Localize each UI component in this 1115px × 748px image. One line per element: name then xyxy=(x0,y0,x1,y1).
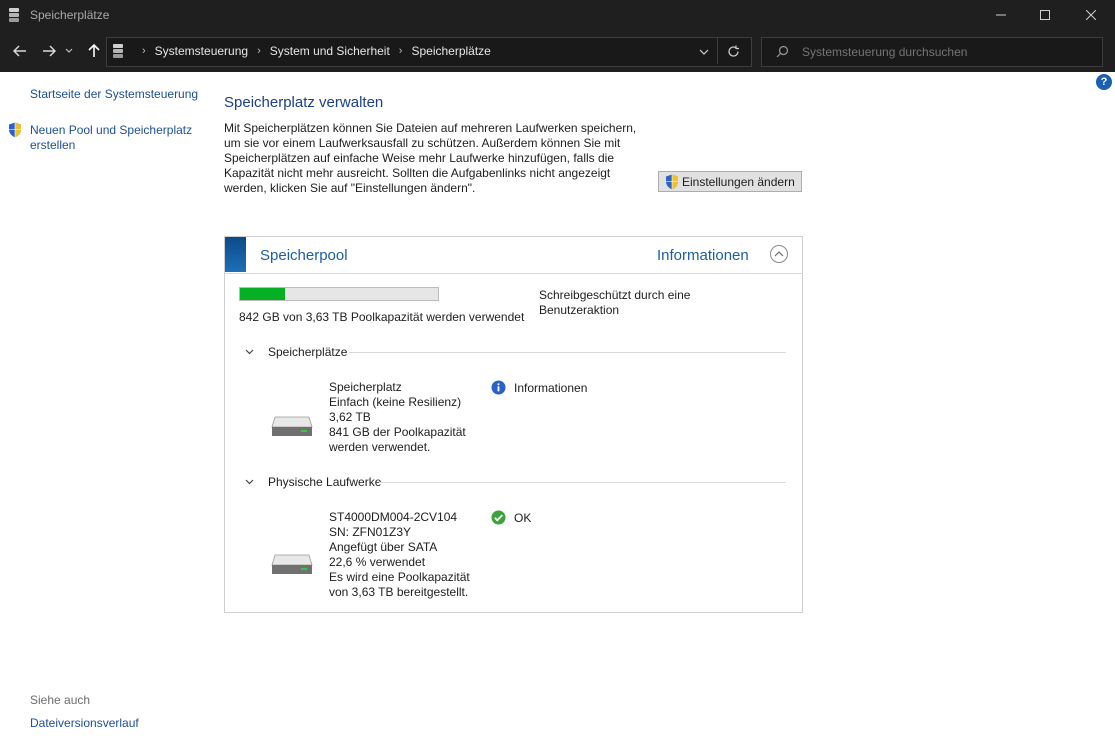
change-settings-label: Einstellungen ändern xyxy=(682,174,795,189)
space-usage-cont: werden verwendet. xyxy=(329,440,431,454)
chevron-down-icon xyxy=(245,479,254,485)
breadcrumb-systemsteuerung[interactable]: Systemsteuerung xyxy=(155,44,248,58)
chevron-down-icon xyxy=(245,349,254,355)
ok-check-icon xyxy=(491,510,506,525)
storage-spaces-icon xyxy=(9,8,19,22)
minimize-icon xyxy=(996,14,1006,16)
maximize-button[interactable] xyxy=(1022,0,1068,30)
address-toolbar: › Systemsteuerung › System und Sicherhei… xyxy=(0,30,1115,72)
close-button[interactable] xyxy=(1068,0,1114,30)
drive-usage: 22,6 % verwendet xyxy=(329,555,426,569)
minimize-button[interactable] xyxy=(978,0,1024,30)
drives-section-header[interactable]: Physische Laufwerke xyxy=(245,475,381,489)
uac-shield-icon xyxy=(666,174,678,189)
description-text: Mit Speicherplätzen können Sie Dateien a… xyxy=(224,121,637,195)
info-icon xyxy=(491,380,506,395)
chevron-down-icon xyxy=(65,48,73,53)
storage-space-details: Speicherplatz Einfach (keine Resilienz) … xyxy=(329,380,466,455)
drives-section-label: Physische Laufwerke xyxy=(268,475,382,489)
breadcrumb-separator[interactable]: › xyxy=(257,45,261,57)
pool-accent-bar xyxy=(225,237,246,272)
recent-locations-button[interactable] xyxy=(62,40,76,62)
drive-capacity: Es wird eine Poolkapazität xyxy=(329,570,470,584)
collapse-button[interactable] xyxy=(770,245,788,263)
drive-connection: Angefügt über SATA xyxy=(329,540,438,554)
storage-pool-panel: Speicherpool Informationen 842 GB von 3,… xyxy=(224,236,803,613)
drive-capacity-cont: von 3,63 TB bereitgestellt. xyxy=(329,585,469,599)
breadcrumb-separator[interactable]: › xyxy=(399,45,403,57)
drive-model: ST4000DM004-2CV104 xyxy=(329,510,458,524)
space-resiliency: Einfach (keine Resilienz) xyxy=(329,395,462,409)
search-input[interactable] xyxy=(800,44,1094,60)
space-status-label: Informationen xyxy=(514,380,588,395)
drive-status-label: OK xyxy=(514,510,532,525)
section-divider xyxy=(349,352,786,353)
write-protect-status: Schreibgeschützt durch eine Benutzerakti… xyxy=(539,288,691,317)
space-name[interactable]: Speicherplatz xyxy=(329,380,466,395)
uac-shield-icon xyxy=(9,122,21,138)
drive-status: OK xyxy=(491,510,531,525)
up-button[interactable] xyxy=(83,40,105,62)
pool-usage-bar xyxy=(239,287,439,301)
drive-icon xyxy=(271,554,313,574)
breadcrumb: › Systemsteuerung › System und Sicherhei… xyxy=(133,44,491,58)
divider xyxy=(717,38,718,64)
up-arrow-icon xyxy=(88,44,100,57)
pool-usage-text: 842 GB von 3,63 TB Poolkapazität werden … xyxy=(239,310,525,324)
pool-usage-fill xyxy=(240,288,285,300)
spaces-section-label: Speicherplätze xyxy=(268,345,348,359)
pool-header: Speicherpool Informationen xyxy=(225,237,802,274)
drive-serial: SN: ZFN01Z3Y xyxy=(329,525,412,539)
breadcrumb-speicherplaetze[interactable]: Speicherplätze xyxy=(411,44,490,58)
address-box[interactable]: › Systemsteuerung › System und Sicherhei… xyxy=(106,37,752,67)
refresh-icon[interactable] xyxy=(727,45,740,58)
back-button[interactable] xyxy=(9,40,31,62)
window-title: Speicherplätze xyxy=(30,8,110,22)
maximize-icon xyxy=(1040,10,1050,20)
page-title: Speicherplatz verwalten xyxy=(224,94,384,111)
drive-icon xyxy=(271,416,313,436)
section-divider xyxy=(379,482,786,483)
new-pool-link[interactable]: Neuen Pool und Speicherplatz erstellen xyxy=(30,123,205,153)
help-button[interactable]: ? xyxy=(1096,74,1112,90)
change-settings-button[interactable]: Einstellungen ändern xyxy=(658,171,802,192)
address-dropdown-icon[interactable] xyxy=(699,49,709,55)
chevron-up-icon xyxy=(774,251,784,257)
see-also-heading: Siehe auch xyxy=(30,693,91,707)
pool-info-link[interactable]: Informationen xyxy=(657,247,749,264)
space-status: Informationen xyxy=(491,380,587,395)
search-icon xyxy=(776,45,789,58)
space-usage: 841 GB der Poolkapazität xyxy=(329,425,466,439)
forward-arrow-icon xyxy=(43,45,56,57)
storage-spaces-icon xyxy=(113,44,123,58)
space-size: 3,62 TB xyxy=(329,410,371,424)
close-icon xyxy=(1086,10,1096,20)
search-box[interactable] xyxy=(761,37,1103,67)
pool-title: Speicherpool xyxy=(260,247,348,264)
breadcrumb-separator[interactable]: › xyxy=(142,45,146,57)
breadcrumb-system-und-sicherheit[interactable]: System und Sicherheit xyxy=(270,44,390,58)
title-bar: Speicherplätze xyxy=(0,0,1115,30)
forward-button[interactable] xyxy=(38,40,60,62)
spaces-section-header[interactable]: Speicherplätze xyxy=(245,345,347,359)
control-panel-home-link[interactable]: Startseite der Systemsteuerung xyxy=(30,87,198,101)
file-history-link[interactable]: Dateiversionsverlauf xyxy=(30,716,139,730)
back-arrow-icon xyxy=(13,45,26,57)
physical-drive-details: ST4000DM004-2CV104 SN: ZFN01Z3Y Angefügt… xyxy=(329,510,470,600)
